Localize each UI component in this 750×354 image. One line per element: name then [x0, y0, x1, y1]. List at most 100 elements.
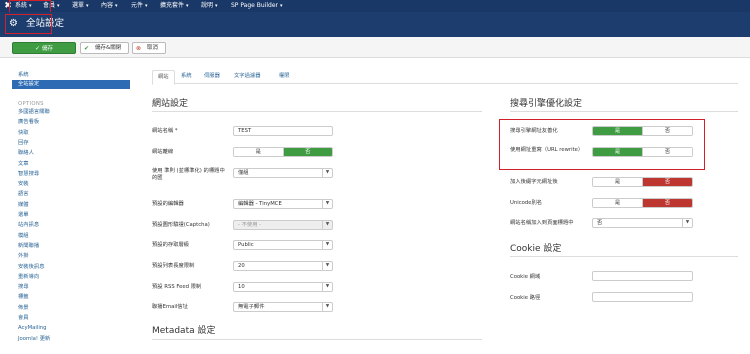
unicode-alias-yes[interactable]: 是	[593, 199, 642, 207]
chevron-down-icon: ▼	[322, 283, 332, 291]
menu-extensions[interactable]: 擴充套件 ▾	[160, 0, 189, 12]
sidebar-item[interactable]: 標籤	[18, 293, 29, 301]
menu-sp-page-builder[interactable]: SP Page Builder ▾	[231, 0, 283, 12]
site-offline-toggle[interactable]: 是 否	[233, 147, 333, 157]
site-offline-no[interactable]: 否	[282, 148, 332, 156]
sidebar-item[interactable]: 媒體	[18, 201, 29, 209]
sef-urls-toggle[interactable]: 是 否	[592, 126, 693, 136]
sidebar-item[interactable]: 外掛	[18, 252, 29, 260]
save-close-button[interactable]: ✔ 儲存&關閉	[80, 42, 129, 54]
tab-server[interactable]: 伺服器	[204, 70, 220, 84]
save-icon: ✓	[34, 45, 40, 52]
sidebar-item[interactable]: 文章	[18, 160, 29, 168]
url-suffix-toggle[interactable]: 是 否	[592, 177, 693, 187]
url-rewrite-toggle[interactable]: 是 否	[592, 147, 693, 157]
sidebar-item[interactable]: 多國語言關聯	[18, 108, 50, 116]
chevron-down-icon: ▼	[682, 219, 692, 227]
feed-limit-select[interactable]: 10 ▼	[233, 282, 333, 292]
menu-content[interactable]: 內容 ▾	[101, 0, 118, 12]
sidebar-item[interactable]: 安裝後訊息	[18, 263, 45, 271]
sef-urls-no[interactable]: 否	[642, 127, 692, 135]
cookie-domain-input[interactable]	[592, 271, 693, 281]
sidebar-item[interactable]: 重新導向	[18, 273, 39, 281]
sidebar-options-heading: OPTIONS	[18, 101, 44, 107]
sef-urls-yes[interactable]: 是	[593, 127, 642, 135]
seo-settings-heading: 搜尋引擎優化設定	[510, 99, 583, 109]
save-button-label: 儲存	[42, 46, 54, 52]
caret-down-icon: ▾	[215, 3, 218, 9]
url-suffix-yes[interactable]: 是	[593, 178, 642, 186]
check-icon: ✔	[84, 45, 90, 52]
sidebar-item[interactable]: 回存	[18, 139, 29, 147]
site-offline-label: 網站離線	[152, 149, 174, 155]
menu-menus[interactable]: 選單 ▾	[72, 0, 89, 12]
sitename-in-title-select[interactable]: 否 ▼	[592, 218, 693, 228]
url-rewrite-yes[interactable]: 是	[593, 148, 642, 156]
list-limit-select[interactable]: 20 ▼	[233, 261, 333, 271]
cookie-settings-heading: Cookie 設定	[510, 244, 562, 254]
metadata-settings-heading: Metadata 設定	[152, 326, 216, 336]
save-button[interactable]: ✓ 儲存	[12, 42, 76, 54]
sidebar-item[interactable]: 智慧搜尋	[18, 170, 39, 178]
unicode-aliases-select[interactable]: 僅組 ▼	[233, 168, 333, 178]
sidebar-item[interactable]: 新聞聯播	[18, 242, 39, 250]
chevron-down-icon: ▼	[322, 200, 332, 208]
divider	[152, 111, 482, 112]
sidebar-item[interactable]: 語言	[18, 190, 29, 198]
feed-email-value: 無電子郵件	[238, 304, 265, 310]
sidebar-item[interactable]: 廣告看板	[18, 118, 39, 126]
sidebar-item[interactable]: 安裝	[18, 180, 29, 188]
feed-email-select[interactable]: 無電子郵件 ▼	[233, 302, 333, 312]
chevron-down-icon: ▼	[322, 221, 332, 229]
default-editor-label: 預設的編輯器	[152, 201, 184, 207]
sidebar-item[interactable]: Joomla! 更新	[18, 335, 50, 343]
default-editor-select[interactable]: 編輯器 - TinyMCE ▼	[233, 199, 333, 209]
sidebar-item-global-config[interactable]: 全站設定	[12, 80, 130, 89]
sidebar-item[interactable]: 站內訊息	[18, 221, 39, 229]
sidebar-item[interactable]: 模組	[18, 232, 29, 240]
cookie-path-input[interactable]	[592, 292, 693, 302]
site-offline-yes[interactable]: 是	[234, 148, 283, 156]
default-access-select[interactable]: Public ▼	[233, 240, 333, 250]
unicode-aliases-value: 僅組	[238, 170, 249, 176]
feed-limit-value: 10	[238, 284, 245, 290]
tab-system[interactable]: 系統	[181, 70, 192, 84]
unicode-aliases-label: 使用 準則 (並標準化) 的標題中的匯	[152, 168, 225, 181]
sidebar-item-system[interactable]: 系統	[18, 71, 29, 79]
list-limit-value: 20	[238, 263, 245, 269]
cookie-domain-label: Cookie 網域	[510, 274, 541, 280]
sidebar-item[interactable]: 佈景	[18, 304, 29, 312]
tab-text-filters[interactable]: 文字過濾器	[234, 70, 261, 84]
cancel-button[interactable]: ⊗ 取消	[132, 42, 166, 54]
default-editor-value: 編輯器 - TinyMCE	[238, 201, 282, 207]
sitename-in-title-value: 否	[597, 220, 603, 226]
sidebar-item[interactable]: 搜尋	[18, 283, 29, 291]
chevron-down-icon: ▼	[322, 262, 332, 270]
url-rewrite-no[interactable]: 否	[642, 148, 692, 156]
menu-components[interactable]: 元件 ▾	[131, 0, 148, 12]
tab-permissions[interactable]: 權限	[279, 70, 290, 84]
unicode-alias-toggle[interactable]: 是 否	[592, 198, 693, 208]
sidebar-item[interactable]: 快取	[18, 129, 29, 137]
highlight-box-page-title	[5, 14, 52, 34]
default-captcha-select[interactable]: - 不使用 - ▼	[233, 220, 333, 230]
url-suffix-no[interactable]: 否	[642, 178, 692, 186]
tab-bar: 網站 系統 伺服器 文字過濾器 權限	[152, 70, 738, 85]
sidebar-item[interactable]: 選單	[18, 211, 29, 219]
unicode-alias-no[interactable]: 否	[642, 199, 692, 207]
tab-site[interactable]: 網站	[152, 70, 175, 85]
divider	[152, 339, 482, 340]
site-settings-heading: 網站設定	[152, 99, 189, 109]
menu-help[interactable]: 說明 ▾	[201, 0, 218, 12]
sidebar-item[interactable]: AcyMailing	[18, 324, 47, 332]
default-access-value: Public	[238, 242, 254, 248]
feed-limit-label: 預設 RSS Feed 限制	[152, 284, 202, 290]
site-name-label: 網站名稱 *	[152, 128, 178, 134]
menu-help-label: 說明	[201, 2, 214, 9]
cancel-button-label: 取消	[147, 45, 159, 51]
save-close-button-label: 儲存&關閉	[95, 45, 122, 51]
sidebar-item[interactable]: 會員	[18, 314, 29, 322]
menu-components-label: 元件	[131, 2, 144, 9]
sidebar-item[interactable]: 聯絡人	[18, 149, 34, 157]
site-name-input[interactable]: TEST	[233, 126, 333, 136]
